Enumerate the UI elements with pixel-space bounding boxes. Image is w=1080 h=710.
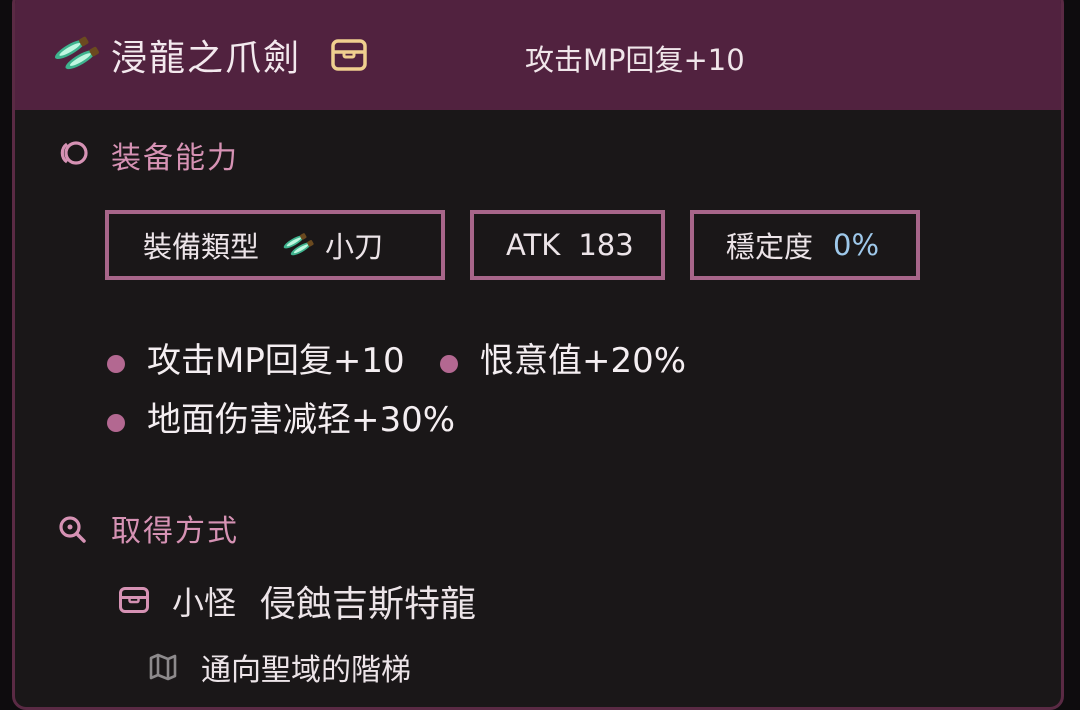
effect-item: 地面伤害减轻+30% bbox=[147, 400, 456, 440]
equip-type-value: 小刀 bbox=[325, 230, 384, 264]
atk-box: ATK 183 bbox=[470, 210, 665, 280]
dagger-icon bbox=[54, 36, 99, 70]
chest-icon bbox=[119, 587, 149, 613]
equip-type-box: 裝備類型 小刀 bbox=[105, 210, 445, 280]
equip-type-label: 裝備類型 bbox=[143, 230, 260, 264]
stability-value: 0% bbox=[833, 228, 880, 262]
effect-bullet bbox=[107, 355, 125, 373]
section-title-equip: 装备能力 bbox=[111, 141, 239, 176]
effect-bullet bbox=[107, 414, 125, 432]
monster-name[interactable]: 侵蝕吉斯特龍 bbox=[260, 575, 476, 627]
stability-label: 穩定度 bbox=[726, 230, 814, 264]
map-icon bbox=[149, 653, 177, 681]
item-header: 浸龍之爪劍 攻击MP回复+10 bbox=[15, 0, 1061, 110]
ring-icon bbox=[60, 141, 88, 165]
chest-icon bbox=[331, 39, 367, 71]
section-title-source: 取得方式 bbox=[111, 514, 239, 549]
location-name[interactable]: 通向聖域的階梯 bbox=[201, 645, 411, 689]
effect-item: 恨意值+20% bbox=[480, 341, 687, 381]
item-card: 浸龍之爪劍 攻击MP回复+10 装备能力 裝備類型 小刀 ATK 183 穩定度… bbox=[12, 0, 1064, 710]
search-icon bbox=[59, 516, 86, 543]
dagger-icon bbox=[283, 233, 314, 256]
effect-item: 攻击MP回复+10 bbox=[147, 341, 405, 381]
effect-bullet bbox=[440, 355, 458, 373]
monster-type: 小怪 bbox=[172, 584, 237, 622]
atk-label: ATK bbox=[506, 228, 561, 262]
item-name: 浸龍之爪劍 bbox=[111, 38, 302, 79]
item-summary: 攻击MP回复+10 bbox=[525, 43, 745, 77]
stability-box: 穩定度 0% bbox=[690, 210, 920, 280]
atk-value: 183 bbox=[578, 228, 634, 262]
